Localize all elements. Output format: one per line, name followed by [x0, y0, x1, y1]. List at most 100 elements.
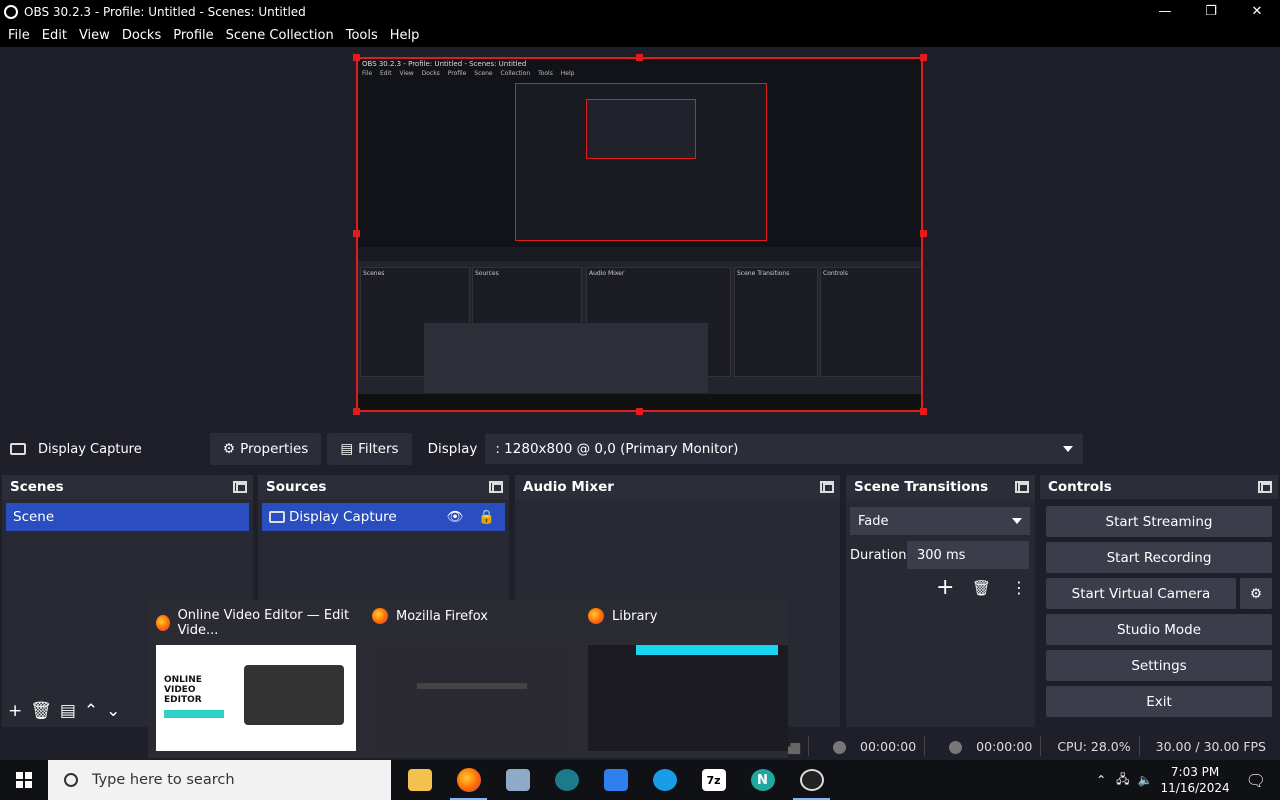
- volume-icon[interactable]: 🔈: [1138, 773, 1153, 787]
- studio-mode-button[interactable]: Studio Mode: [1046, 614, 1272, 645]
- resize-handle-tr[interactable]: [920, 54, 927, 61]
- resize-handle-t[interactable]: [636, 54, 643, 61]
- notion2-icon[interactable]: N: [738, 760, 787, 800]
- add-icon[interactable]: +: [936, 575, 954, 600]
- chevron-down-icon[interactable]: ⌄: [106, 701, 120, 721]
- notifications-icon[interactable]: 🗨: [1246, 771, 1266, 790]
- firefox-icon: [588, 608, 604, 624]
- properties-button[interactable]: ⚙ Properties: [210, 433, 322, 465]
- trash-icon[interactable]: 🗑: [972, 579, 991, 597]
- filter-icon: ▤: [340, 441, 354, 457]
- resize-handle-br[interactable]: [920, 408, 927, 415]
- filters-button[interactable]: ▤ Filters: [327, 433, 412, 465]
- edge-icon[interactable]: [640, 760, 689, 800]
- transition-select[interactable]: Fade: [850, 507, 1030, 535]
- more-icon[interactable]: ⋮: [1011, 578, 1027, 597]
- mini-panel-transitions: Scene Transitions: [734, 267, 818, 377]
- record-icon: [949, 740, 963, 754]
- notion-icon[interactable]: [542, 760, 591, 800]
- transitions-header: Scene Transitions: [846, 475, 1035, 499]
- add-icon[interactable]: +: [8, 701, 22, 721]
- settings-button[interactable]: Settings: [1046, 650, 1272, 681]
- minimize-button[interactable]: —: [1142, 0, 1188, 23]
- windows-taskbar: Type here to search 7z N ⌃ 🖧 🔈 7:03 PM 1…: [0, 760, 1280, 800]
- start-streaming-button[interactable]: Start Streaming: [1046, 506, 1272, 537]
- obs-logo-icon: [4, 4, 18, 19]
- app-icon[interactable]: [493, 760, 542, 800]
- thumbnail-mozilla-firefox[interactable]: Mozilla Firefox: [364, 600, 577, 758]
- thumbnail-title-text: Mozilla Firefox: [396, 608, 488, 624]
- mini-source-bar: [358, 247, 921, 261]
- thumbnail-cta: [164, 710, 224, 718]
- resize-handle-l[interactable]: [353, 230, 360, 237]
- controls-header: Controls: [1040, 475, 1278, 499]
- thumbnail-library[interactable]: Library: [580, 600, 793, 758]
- scenes-title: Scenes: [10, 479, 64, 495]
- maximize-button[interactable]: ❐: [1188, 0, 1234, 23]
- lock-icon[interactable]: 🔒: [478, 509, 495, 525]
- thumbnail-heading: ONLINE VIDEO EDITOR: [164, 675, 202, 705]
- thumbnail-online-video-editor[interactable]: Online Video Editor — Edit Vide... ONLIN…: [148, 600, 361, 758]
- trash-icon[interactable]: 🗑: [30, 701, 52, 721]
- system-tray: ⌃ 🖧 🔈 7:03 PM 11/16/2024 🗨: [1096, 760, 1280, 800]
- duration-input[interactable]: 300 ms: [907, 541, 1029, 569]
- menu-profile[interactable]: Profile: [167, 28, 219, 43]
- chevron-up-icon[interactable]: ⌃: [1096, 773, 1106, 787]
- menu-view[interactable]: View: [73, 28, 116, 43]
- audio-mixer-title: Audio Mixer: [523, 479, 614, 495]
- mini-panel-controls: Controls: [820, 267, 921, 377]
- scene-item[interactable]: Scene: [6, 503, 249, 531]
- menu-edit[interactable]: Edit: [36, 28, 73, 43]
- undock-icon[interactable]: [233, 481, 247, 493]
- menu-help[interactable]: Help: [384, 28, 426, 43]
- cpu-usage: CPU: 28.0%: [1057, 738, 1131, 754]
- undock-icon[interactable]: [1258, 481, 1272, 493]
- taskbar-search[interactable]: Type here to search: [48, 760, 391, 800]
- undock-icon[interactable]: [489, 481, 503, 493]
- resize-handle-b[interactable]: [636, 408, 643, 415]
- close-button[interactable]: ✕: [1234, 0, 1280, 23]
- monitor-icon: [10, 443, 26, 455]
- firefox-icon: [372, 608, 388, 624]
- properties-label: Properties: [240, 441, 309, 457]
- stream-status: 00:00:00: [825, 739, 916, 754]
- undock-icon[interactable]: [1015, 481, 1029, 493]
- clock[interactable]: 7:03 PM 11/16/2024: [1161, 764, 1230, 796]
- resize-handle-bl[interactable]: [353, 408, 360, 415]
- display-select[interactable]: : 1280x800 @ 0,0 (Primary Monitor): [485, 434, 1084, 464]
- resize-handle-tl[interactable]: [353, 54, 360, 61]
- chevron-up-icon[interactable]: ⌃: [84, 701, 98, 721]
- undock-icon[interactable]: [820, 481, 834, 493]
- resize-handle-r[interactable]: [920, 230, 927, 237]
- network-icon[interactable]: 🖧: [1116, 770, 1129, 791]
- selected-source: Display Capture: [10, 442, 210, 457]
- filters-label: Filters: [358, 441, 399, 457]
- source-item[interactable]: Display Capture 👁 🔒: [262, 503, 505, 531]
- file-explorer-icon[interactable]: [395, 760, 444, 800]
- duration-value: 300 ms: [917, 547, 966, 563]
- menu-scene-collection[interactable]: Scene Collection: [220, 28, 340, 43]
- 7zip-icon[interactable]: 7z: [689, 760, 738, 800]
- start-button[interactable]: [0, 760, 48, 800]
- start-recording-button[interactable]: Start Recording: [1046, 542, 1272, 573]
- filter-icon[interactable]: ▤: [60, 701, 76, 721]
- start-virtual-camera-button[interactable]: Start Virtual Camera: [1046, 578, 1236, 609]
- firefox-icon[interactable]: [444, 760, 493, 800]
- firefox-icon: [156, 615, 170, 631]
- exit-button[interactable]: Exit: [1046, 686, 1272, 717]
- obs-icon[interactable]: [787, 760, 836, 800]
- teams-icon[interactable]: [591, 760, 640, 800]
- menu-docks[interactable]: Docks: [116, 28, 167, 43]
- virtual-camera-settings-button[interactable]: ⚙: [1240, 578, 1272, 609]
- preview-canvas[interactable]: OBS 30.2.3 - Profile: Untitled - Scenes:…: [356, 57, 923, 412]
- mini-taskbar-popup: [424, 323, 708, 393]
- thumbnail-image: ONLINE VIDEO EDITOR: [156, 645, 356, 751]
- rec-status: 00:00:00: [941, 739, 1032, 754]
- menu-tools[interactable]: Tools: [340, 28, 384, 43]
- menu-file[interactable]: File: [2, 28, 36, 43]
- duration-label: Duration: [850, 548, 907, 563]
- eye-icon[interactable]: 👁: [447, 509, 464, 525]
- divider: [808, 736, 810, 756]
- divider: [1138, 736, 1140, 756]
- thumbnail-title-text: Online Video Editor — Edit Vide...: [177, 608, 350, 638]
